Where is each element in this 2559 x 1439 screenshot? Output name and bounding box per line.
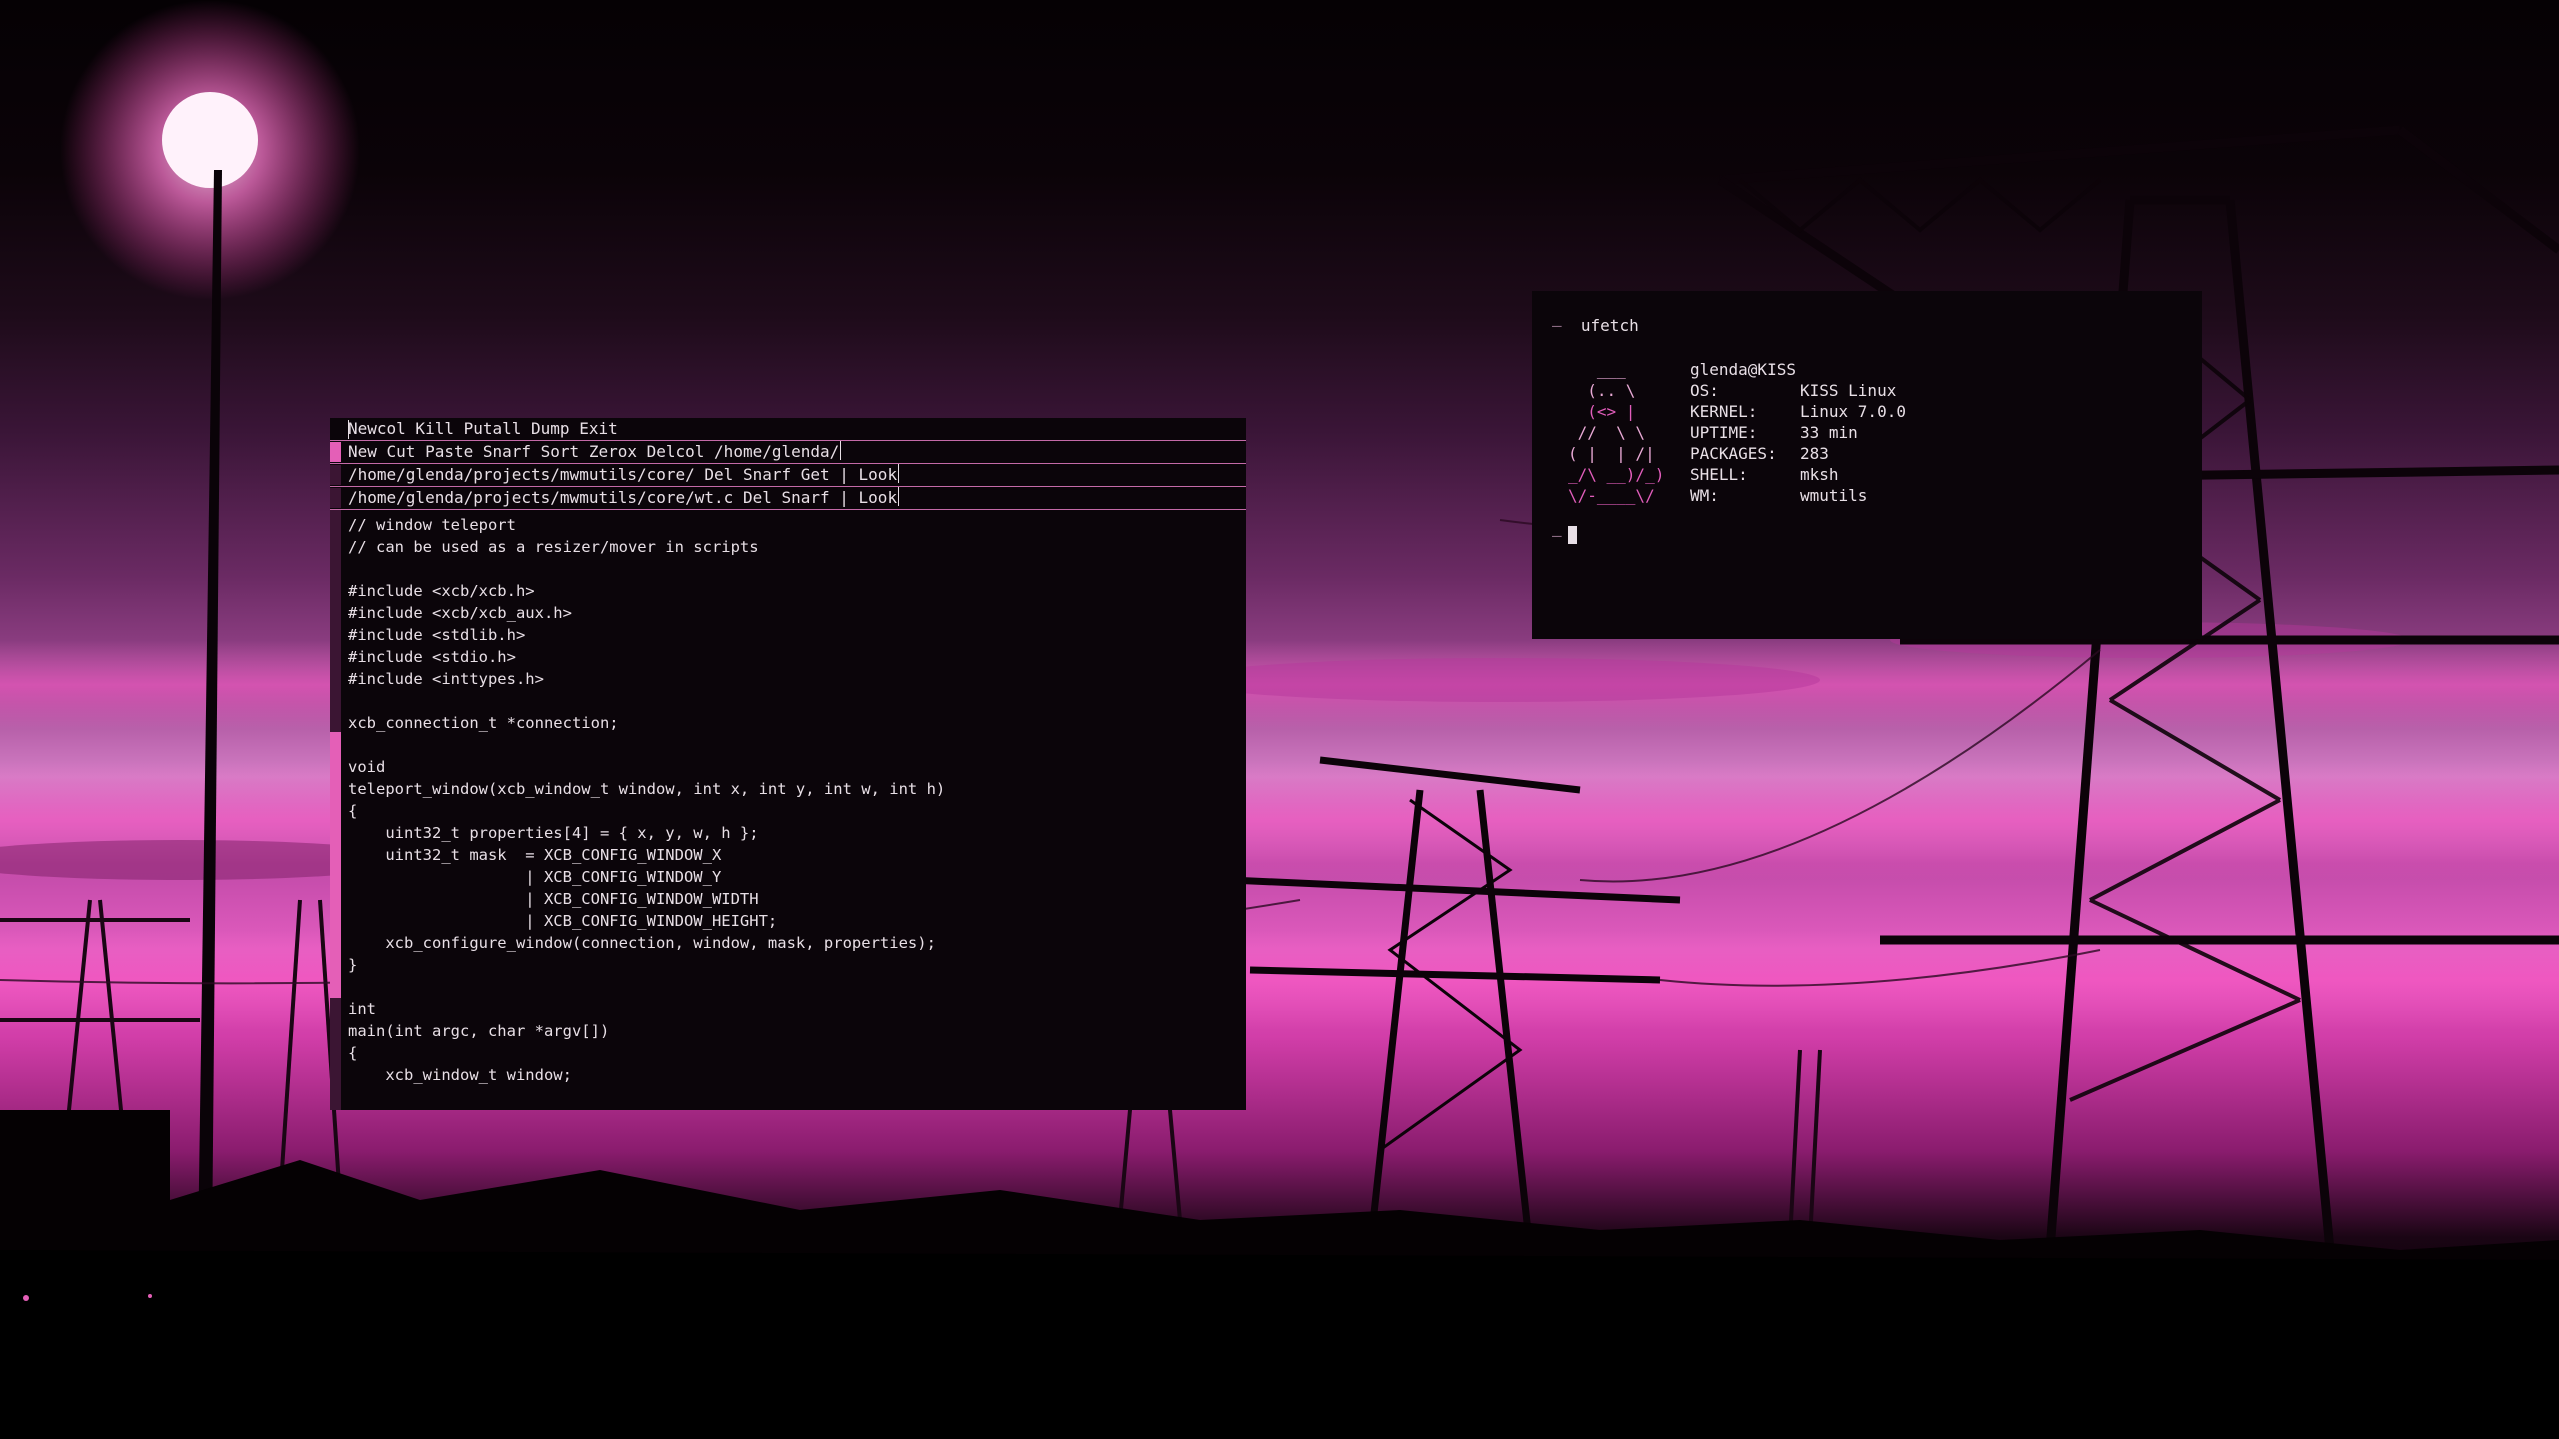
acme-scrollbar-thumb[interactable] — [330, 732, 341, 998]
acme-scrollbar[interactable] — [330, 510, 341, 1110]
art-line: (.. \ — [1568, 381, 1636, 400]
active-prompt-line[interactable]: — — [1552, 525, 1577, 546]
acme-main-tag[interactable]: Newcol Kill Putall Dump Exit — [330, 418, 1246, 441]
acme-column-tag[interactable]: New Cut Paste Snarf Sort Zerox Delcol /h… — [330, 441, 1246, 464]
acme-file-window-tag[interactable]: /home/glenda/projects/mwmutils/core/wt.c… — [330, 487, 1246, 510]
info-value: mksh — [1800, 465, 1839, 484]
art-line: // \ \ — [1568, 423, 1646, 442]
info-row-packages: PACKAGES: 283 — [1690, 443, 1906, 464]
desktop: Newcol Kill Putall Dump Exit New Cut Pas… — [0, 0, 2559, 1439]
info-key: OS: — [1690, 381, 1719, 400]
source-code-text[interactable]: // window teleport // can be used as a r… — [348, 514, 945, 1086]
info-value: Linux 7.0.0 — [1800, 402, 1906, 421]
system-info: glenda@KISS OS: KISS Linux KERNEL: Linux 7… — [1690, 359, 1906, 506]
info-value: wmutils — [1800, 486, 1868, 505]
command-text: ufetch — [1580, 316, 1639, 335]
user-host: glenda@KISS — [1690, 360, 1796, 379]
acme-dir-tag-text[interactable]: /home/glenda/projects/mwmutils/core/ Del… — [348, 464, 900, 486]
art-line: (<> | — [1568, 402, 1636, 421]
penguin-ascii-art: ___ (.. \ (<> | // \ \ ( | | /| _/\ __)/… — [1568, 359, 1664, 506]
info-row-os: OS: KISS Linux — [1690, 380, 1906, 401]
window-layout-box[interactable] — [330, 488, 341, 508]
info-row-wm: WM: wmutils — [1690, 485, 1906, 506]
info-key: UPTIME: — [1690, 423, 1758, 442]
art-line: ( | | /| — [1568, 444, 1655, 463]
acme-column-tag-text[interactable]: New Cut Paste Snarf Sort Zerox Delcol /h… — [348, 441, 842, 463]
prompt-symbol: — — [1552, 526, 1562, 545]
info-row-uptime: UPTIME: 33 min — [1690, 422, 1906, 443]
art-line: ___ — [1568, 360, 1626, 379]
text-cursor — [898, 464, 900, 483]
info-value: KISS Linux — [1800, 381, 1897, 400]
info-value: 283 — [1800, 444, 1829, 463]
art-line: _/\ __)/_) — [1568, 465, 1665, 484]
art-line: \/-____\/ — [1568, 486, 1655, 505]
block-cursor — [1567, 526, 1577, 544]
info-key: WM: — [1690, 486, 1719, 505]
info-key: PACKAGES: — [1690, 444, 1777, 463]
acme-editor-window: Newcol Kill Putall Dump Exit New Cut Pas… — [330, 418, 1246, 1110]
acme-dir-window-tag[interactable]: /home/glenda/projects/mwmutils/core/ Del… — [330, 464, 1246, 487]
terminal-window[interactable]: — ufetch ___ (.. \ (<> | // \ \ ( | | /|… — [1532, 291, 2202, 639]
text-cursor — [840, 441, 842, 460]
acme-file-tag-text[interactable]: /home/glenda/projects/mwmutils/core/wt.c… — [348, 487, 900, 509]
acme-body[interactable]: // window teleport // can be used as a r… — [330, 510, 1246, 1110]
info-row-shell: SHELL: mksh — [1690, 464, 1906, 485]
text-cursor — [898, 487, 900, 506]
column-layout-box[interactable] — [330, 442, 341, 462]
info-key: SHELL: — [1690, 465, 1748, 484]
command-line: — ufetch — [1552, 315, 1639, 336]
prompt-symbol: — — [1552, 316, 1562, 335]
acme-main-tag-text[interactable]: Newcol Kill Putall Dump Exit — [348, 418, 618, 440]
info-row-kernel: KERNEL: Linux 7.0.0 — [1690, 401, 1906, 422]
info-key: KERNEL: — [1690, 402, 1758, 421]
column-tag-label[interactable]: New Cut Paste Snarf Sort Zerox Delcol /h… — [348, 442, 839, 461]
info-value: 33 min — [1800, 423, 1858, 442]
window-layout-box[interactable] — [330, 465, 341, 485]
dir-window-tag-label[interactable]: /home/glenda/projects/mwmutils/core/ Del… — [348, 465, 897, 484]
file-window-tag-label[interactable]: /home/glenda/projects/mwmutils/core/wt.c… — [348, 488, 897, 507]
